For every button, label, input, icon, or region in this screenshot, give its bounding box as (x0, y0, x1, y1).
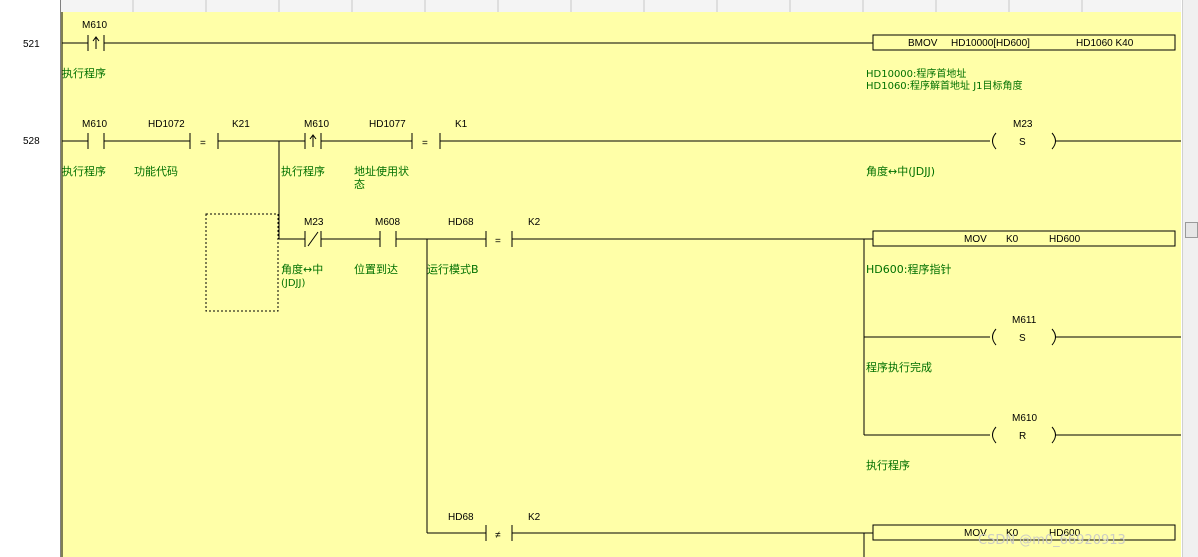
reset-coil-m610[interactable]: R (992, 426, 1056, 444)
instruction-operand: K0 (1006, 234, 1019, 245)
instruction-comment: HD600:程序指针 (866, 262, 951, 276)
device-comment: 位置到达 (354, 262, 398, 276)
contact-label: M610 (82, 20, 107, 31)
coil-type: S (1019, 333, 1026, 344)
instruction-opcode: BMOV (908, 38, 938, 49)
watermark: CSDN @m0_66920913 (978, 533, 1126, 548)
instruction-operand: HD600 (1049, 234, 1081, 245)
rung-521: M610 BMOV HD10000[HD600] HD1060 K40 执行程序… (62, 20, 1176, 92)
compare-operand: K2 (528, 217, 541, 228)
compare-operand: K1 (455, 119, 468, 130)
contact-m610[interactable] (87, 133, 105, 149)
compare-symbol: = (495, 236, 501, 247)
mov-instruction-box[interactable]: MOV K0 HD600 (872, 230, 1176, 247)
coil-label: M23 (1013, 119, 1033, 130)
device-comment: 运行模式B (427, 263, 479, 276)
device-comment: 功能代码 (134, 164, 178, 178)
rising-edge-contact-m610[interactable] (304, 133, 322, 149)
compare-operand: HD1072 (148, 119, 185, 130)
coil-comment: 角度↔中(JDJJ) (866, 164, 935, 178)
ladder-diagram: 521 528 M610 BMOV HD10000[HD600] HD1060 … (23, 0, 1181, 557)
compare-symbol: ≠ (495, 530, 501, 541)
contact-label: M610 (82, 119, 107, 130)
compare-operand: HD1077 (369, 119, 406, 130)
set-coil-m23[interactable]: S (992, 132, 1056, 150)
compare-operand: HD68 (448, 512, 474, 523)
coil-type: S (1019, 137, 1026, 148)
bmov-instruction-box[interactable]: BMOV HD10000[HD600] HD1060 K40 (872, 34, 1176, 51)
device-comment: 角度↔中 (281, 262, 323, 276)
nc-contact-m23[interactable] (304, 231, 322, 247)
contact-m608[interactable] (379, 231, 397, 247)
cell-cursor[interactable] (205, 213, 279, 312)
coil-comment: 程序执行完成 (866, 360, 932, 374)
device-comment: (JDJJ) (281, 278, 305, 289)
compare-operand: HD68 (448, 217, 474, 228)
instruction-comment: HD1060:程序解首地址 J1目标角度 (866, 79, 1023, 92)
coil-label: M610 (1012, 413, 1037, 424)
ruler-ticks (132, 0, 1083, 12)
instruction-operand: HD10000[HD600] (951, 38, 1030, 49)
compare-operand: K21 (232, 119, 250, 130)
instruction-operand: HD1060 K40 (1076, 38, 1134, 49)
contact-label: M610 (304, 119, 329, 130)
step-number: 521 (23, 39, 40, 50)
step-number: 528 (23, 136, 40, 147)
device-comment: 地址使用状 (354, 164, 409, 178)
compare-contact-hd1072-k21[interactable]: = (189, 133, 219, 149)
compare-symbol: = (422, 138, 428, 149)
compare-contact-hd68-k2[interactable]: = (485, 231, 513, 247)
coil-comment: 执行程序 (866, 458, 910, 472)
ladder-editor-window: 521 528 M610 BMOV HD10000[HD600] HD1060 … (0, 0, 1198, 557)
device-comment: 执行程序 (281, 164, 325, 178)
rung-528: M610 = HD1072 K21 M610 = HD1077 K1 S M23… (62, 119, 1181, 557)
compare-symbol: = (200, 138, 206, 149)
compare-operand: K2 (528, 512, 541, 523)
device-comment: 态 (354, 178, 365, 191)
set-coil-m611[interactable]: S (992, 328, 1056, 346)
device-comment: 执行程序 (62, 164, 106, 178)
compare-contact-hd68-k2-not-equal[interactable]: ≠ (485, 525, 513, 541)
contact-label: M608 (375, 217, 400, 228)
compare-contact-hd1077-k1[interactable]: = (411, 133, 441, 149)
rising-edge-contact-m610[interactable] (87, 35, 105, 51)
coil-label: M611 (1012, 315, 1037, 326)
device-comment: 执行程序 (62, 66, 106, 80)
instruction-opcode: MOV (964, 234, 987, 245)
contact-label: M23 (304, 217, 324, 228)
coil-type: R (1019, 431, 1026, 442)
instruction-comment: HD10000:程序首地址 (866, 67, 966, 80)
